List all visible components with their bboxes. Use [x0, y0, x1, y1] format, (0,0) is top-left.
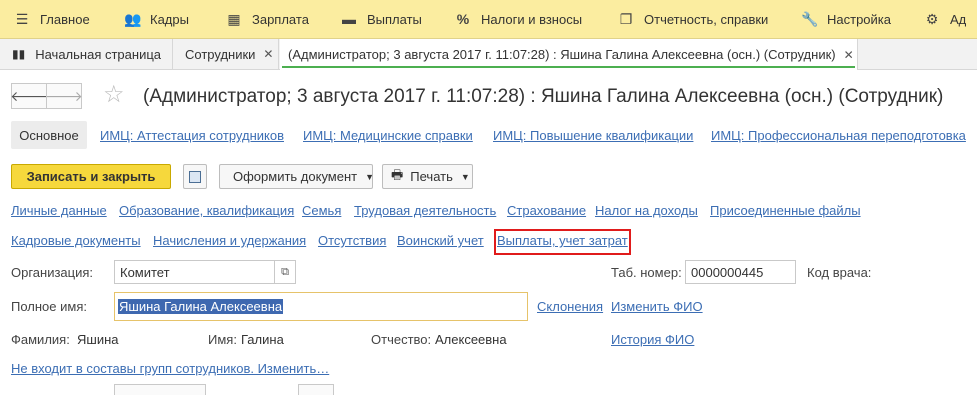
menu-item-label: Налоги и взносы: [481, 11, 583, 27]
tab-employee-card[interactable]: (Администратор; 3 августа 2017 г. 11:07:…: [280, 39, 858, 70]
section-insurance[interactable]: Страхование: [507, 203, 586, 218]
hamburger-icon: ☰: [15, 11, 29, 27]
section-hr-documents[interactable]: Кадровые документы: [11, 233, 141, 248]
close-icon[interactable]: ✕: [844, 48, 854, 62]
menu-item-salary[interactable]: ▦ Зарплата: [226, 0, 309, 38]
menu-item-reports[interactable]: ❐ Отчетность, справки: [618, 0, 769, 38]
button-label: Печать: [410, 169, 453, 184]
section-income-tax[interactable]: Налог на доходы: [595, 203, 698, 218]
highlight-box: [494, 229, 631, 255]
menu-item-hr[interactable]: 👥 Кадры: [124, 0, 189, 38]
section-absences[interactable]: Отсутствия: [318, 233, 386, 248]
tab-number-label: Таб. номер:: [611, 265, 682, 280]
menu-item-label: Выплаты: [367, 11, 422, 27]
printer-icon: 🖶: [391, 166, 404, 182]
patronymic-label: Отчество:: [371, 332, 432, 347]
doctor-code-label: Код врача:: [807, 265, 872, 280]
gear-icon: ⚙: [925, 11, 939, 27]
close-icon[interactable]: ✕: [263, 47, 273, 61]
tab-label: (Администратор; 3 августа 2017 г. 11:07:…: [288, 47, 836, 62]
form-link-retraining[interactable]: ИМЦ: Профессиональная переподготовка: [711, 128, 966, 143]
section-family[interactable]: Семья: [302, 203, 341, 218]
tab-number-field[interactable]: 0000000445: [685, 260, 796, 284]
tab-label: Начальная страница: [35, 46, 162, 62]
patronymic-value: Алексеевна: [435, 332, 507, 347]
menu-item-label: Настройка: [827, 11, 891, 27]
menu-item-admin[interactable]: ⚙ Ад: [924, 0, 967, 38]
change-name-link[interactable]: Изменить ФИО: [611, 299, 703, 314]
organization-field[interactable]: Комитет: [114, 260, 275, 284]
main-menu-bar: ☰ Главное 👥 Кадры ▦ Зарплата ▬ Выплаты %…: [0, 0, 977, 39]
documents-icon: ❐: [619, 11, 633, 27]
first-name-label: Имя:: [208, 332, 237, 347]
declensions-link[interactable]: Склонения: [537, 299, 603, 314]
page-title: (Администратор; 3 августа 2017 г. 11:07:…: [143, 86, 944, 107]
save-button[interactable]: [183, 164, 207, 189]
people-icon: 👥: [124, 11, 142, 27]
form-link-attestation[interactable]: ИМЦ: Аттестация сотрудников: [100, 128, 284, 143]
employee-groups-link[interactable]: Не входит в составы групп сотрудников. И…: [11, 361, 329, 376]
menu-item-taxes[interactable]: % Налоги и взносы: [455, 0, 582, 38]
home-icon: ▮▮: [12, 47, 26, 61]
tab-bar: ▮▮ Начальная страница Сотрудники ✕ (Адми…: [0, 39, 977, 70]
calculator-icon: ▦: [227, 11, 241, 27]
selected-text: Яшина Галина Алексеевна: [118, 299, 284, 314]
wallet-icon: ▬: [342, 11, 356, 27]
percent-icon: %: [456, 11, 470, 27]
tab-home[interactable]: ▮▮ Начальная страница: [0, 39, 173, 69]
organization-label: Организация:: [11, 265, 94, 280]
print-button[interactable]: 🖶 Печать ▼: [382, 164, 473, 189]
menu-item-label: Отчетность, справки: [644, 11, 769, 27]
floppy-disk-icon: [189, 170, 201, 183]
form-link-qualification[interactable]: ИМЦ: Повышение квалификации: [493, 128, 693, 143]
issue-document-button[interactable]: Оформить документ ▼: [219, 164, 375, 189]
back-button[interactable]: 🡐: [10, 83, 48, 109]
section-personal-data[interactable]: Личные данные: [11, 203, 107, 218]
tab-employees[interactable]: Сотрудники ✕: [173, 39, 279, 69]
tab-label: Сотрудники: [185, 46, 256, 62]
first-name-value: Галина: [241, 332, 284, 347]
arrow-right-icon: 🡒: [45, 87, 83, 104]
full-name-label: Полное имя:: [11, 299, 87, 314]
section-military-record[interactable]: Воинский учет: [397, 233, 484, 248]
dropdown-arrow-icon: ▼: [365, 171, 375, 182]
menu-item-label: Зарплата: [252, 11, 309, 27]
menu-item-settings[interactable]: 🔧 Настройка: [801, 0, 891, 38]
partial-button[interactable]: [114, 384, 206, 395]
last-name-label: Фамилия:: [11, 332, 70, 347]
wrench-icon: 🔧: [801, 11, 819, 27]
form-link-medical[interactable]: ИМЦ: Медицинские справки: [303, 128, 473, 143]
save-and-close-button[interactable]: Записать и закрыть: [11, 164, 171, 189]
star-icon[interactable]: ☆: [103, 83, 125, 107]
full-name-field[interactable]: Яшина Галина Алексеевна: [114, 292, 528, 321]
name-history-link[interactable]: История ФИО: [611, 332, 694, 347]
menu-item-label: Ад: [950, 11, 967, 27]
arrow-left-icon: 🡐: [10, 87, 48, 104]
section-education[interactable]: Образование, квалификация: [119, 203, 294, 218]
form-link-main[interactable]: Основное: [11, 121, 87, 149]
menu-item-payments[interactable]: ▬ Выплаты: [341, 0, 422, 38]
last-name-value: Яшина: [77, 332, 119, 347]
partial-field[interactable]: [298, 384, 334, 395]
dropdown-arrow-icon: ▼: [460, 171, 470, 182]
section-work-history[interactable]: Трудовая деятельность: [354, 203, 496, 218]
open-icon[interactable]: ⧉: [274, 260, 296, 284]
menu-item-label: Кадры: [150, 11, 189, 27]
menu-item-main[interactable]: ☰ Главное: [14, 0, 90, 38]
menu-item-label: Главное: [40, 11, 90, 27]
button-label: Оформить документ: [233, 169, 358, 184]
section-attached-files[interactable]: Присоединенные файлы: [710, 203, 861, 218]
active-tab-indicator: [282, 66, 855, 68]
forward-button[interactable]: 🡒: [45, 83, 83, 109]
section-accruals-deductions[interactable]: Начисления и удержания: [153, 233, 306, 248]
